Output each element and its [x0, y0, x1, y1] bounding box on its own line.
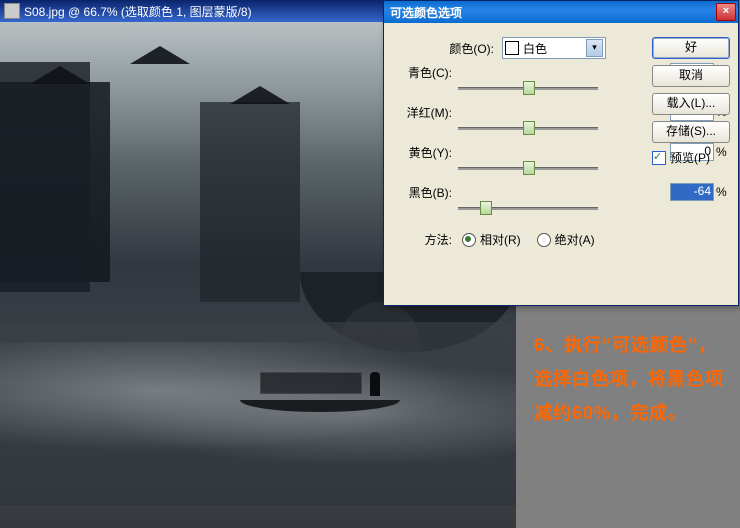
document-icon: [4, 3, 20, 19]
button-column: 好 取消 载入(L)... 存储(S)... 预览(P): [652, 37, 728, 166]
slider-thumb[interactable]: [523, 161, 535, 175]
boat: [240, 372, 400, 412]
save-button[interactable]: 存储(S)...: [652, 121, 730, 143]
black-input[interactable]: -64: [670, 183, 714, 201]
slider-thumb[interactable]: [480, 201, 492, 215]
color-label: 颜色(O):: [434, 40, 494, 57]
black-slider[interactable]: [458, 201, 598, 215]
relative-radio[interactable]: [462, 233, 476, 247]
slider-thumb[interactable]: [523, 121, 535, 135]
cyan-label: 青色(C):: [394, 64, 452, 81]
color-value: 白色: [523, 40, 547, 57]
chevron-down-icon[interactable]: ▾: [586, 39, 603, 57]
color-swatch-icon: [505, 41, 519, 55]
absolute-label: 绝对(A): [555, 231, 595, 248]
cyan-slider[interactable]: [458, 81, 598, 95]
black-slider-block: 黑色(B): -64 %: [394, 183, 728, 215]
method-label: 方法:: [394, 231, 452, 248]
slider-thumb[interactable]: [523, 81, 535, 95]
selective-color-dialog: 可选颜色选项 × 颜色(O): 白色 ▾ 青色(C): 0 % 洋红(M): 0: [383, 0, 739, 306]
cancel-button[interactable]: 取消: [652, 65, 730, 87]
boat-roof: [260, 372, 362, 394]
magenta-label: 洋红(M):: [394, 104, 452, 121]
building: [0, 62, 90, 292]
instruction-text: 6、执行“可选颜色”，选择白色项，将黑色项减约60%，完成。: [530, 320, 736, 438]
boat-person: [370, 372, 380, 396]
boat-body: [240, 400, 400, 412]
method-row: 方法: 相对(R) 绝对(A): [394, 231, 728, 248]
load-button[interactable]: 载入(L)...: [652, 93, 730, 115]
roof: [30, 66, 90, 84]
building: [200, 102, 300, 302]
dialog-title: 可选颜色选项: [390, 4, 462, 21]
magenta-slider[interactable]: [458, 121, 598, 135]
dialog-body: 颜色(O): 白色 ▾ 青色(C): 0 % 洋红(M): 0 %: [384, 23, 738, 262]
roof: [130, 46, 190, 64]
yellow-label: 黄色(Y):: [394, 144, 452, 161]
ok-button[interactable]: 好: [652, 37, 730, 59]
preview-checkbox[interactable]: [652, 151, 666, 165]
relative-label: 相对(R): [480, 231, 521, 248]
color-select[interactable]: 白色 ▾: [502, 37, 606, 59]
preview-label: 预览(P): [670, 149, 710, 166]
absolute-radio[interactable]: [537, 233, 551, 247]
black-label: 黑色(B):: [394, 184, 452, 201]
document-title: S08.jpg @ 66.7% (选取颜色 1, 图层蒙版/8): [24, 3, 252, 20]
yellow-slider[interactable]: [458, 161, 598, 175]
dialog-titlebar[interactable]: 可选颜色选项 ×: [384, 1, 738, 23]
preview-row: 预览(P): [652, 149, 728, 166]
pct: %: [716, 185, 728, 199]
roof: [230, 86, 290, 104]
close-button[interactable]: ×: [716, 3, 736, 21]
